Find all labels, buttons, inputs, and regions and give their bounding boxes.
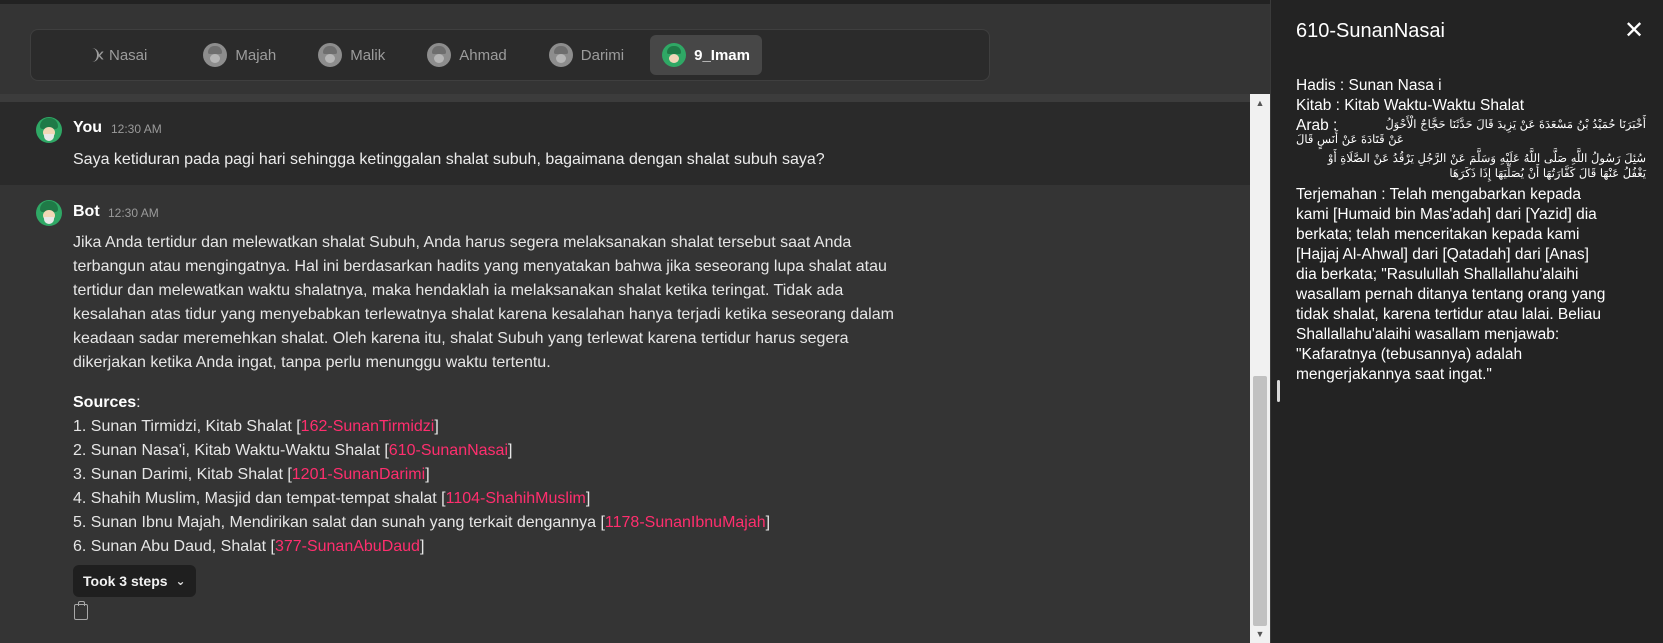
tab-label: Ahmad <box>459 46 507 64</box>
kitab-line: Kitab : Kitab Waktu-Waktu Shalat <box>1296 97 1525 114</box>
sources-title: Sources <box>73 394 137 411</box>
source-link[interactable]: 1201-SunanDarimi <box>292 466 425 483</box>
model-tab-bar: ‹ Nasai Majah Malik Ahmad Darimi 9_Imam <box>30 29 990 81</box>
tab-9-imam[interactable]: 9_Imam <box>650 35 762 75</box>
source-link[interactable]: 1104-ShahihMuslim <box>446 490 586 507</box>
arab-line: يَغْفُلُ عَنْهَا قَالَ كَفَّارَتُهَا أَن… <box>1449 166 1646 180</box>
terjemahan-line: [Hajjaj Al-Ahwal] dari [Qatadah] dari [A… <box>1296 246 1589 263</box>
source-link[interactable]: 1178-SunanIbnuMajah <box>605 514 766 531</box>
avatar-icon <box>427 43 452 67</box>
terjemahan-line: Shallallahu'alaihi wasallam menjawab: <box>1296 326 1560 343</box>
message-line: dikerjakan ketika Anda ingat, tanpa perl… <box>73 354 551 371</box>
chevron-down-icon: ⌄ <box>175 574 186 588</box>
message-author: You <box>73 119 103 136</box>
tab-label: Malik <box>350 46 386 64</box>
bot-message: Bot 12:30 AM Jika Anda tertidur dan mele… <box>0 185 1250 643</box>
source-text: 4. Shahih Muslim, Masjid dan tempat-temp… <box>73 490 446 507</box>
avatar-icon <box>548 43 573 67</box>
source-item: 1. Sunan Tirmidzi, Kitab Shalat [162-Sun… <box>73 415 973 439</box>
tab-label: Majah <box>235 46 277 64</box>
source-suffix: ] <box>419 538 425 555</box>
source-text: 3. Sunan Darimi, Kitab Shalat [ <box>73 466 292 483</box>
source-text: 1. Sunan Tirmidzi, Kitab Shalat [ <box>73 418 301 435</box>
source-item: 2. Sunan Nasa'i, Kitab Waktu-Waktu Shala… <box>73 439 973 463</box>
copy-icon[interactable] <box>74 601 88 620</box>
terjemahan-line: dia berkata; "Rasulullah Shallallahu'ala… <box>1296 266 1579 283</box>
scroll-up-arrow-icon[interactable]: ▲ <box>1250 94 1270 112</box>
steps-label: Took 3 steps <box>83 573 168 589</box>
source-item: 4. Shahih Muslim, Masjid dan tempat-temp… <box>73 487 973 511</box>
message-line: tertidur dan melewatkan waktu shalatnya,… <box>73 282 844 299</box>
source-text: 6. Sunan Abu Daud, Shalat [ <box>73 538 275 555</box>
user-avatar <box>36 117 62 143</box>
arab-line: عَنْ قَتَادَةَ عَنْ أَنَسٍ قَالَ <box>1296 132 1404 146</box>
source-suffix: ] <box>585 490 591 507</box>
source-suffix: ] <box>434 418 439 435</box>
terjemahan-line: "Kafaratnya (tebusannya) adalah <box>1296 346 1523 363</box>
source-link[interactable]: 162-SunanTirmidzi <box>301 418 435 435</box>
source-link[interactable]: 610-SunanNasai <box>389 442 508 459</box>
message-line: Jika Anda tertidur dan melewatkan shalat… <box>73 234 852 251</box>
sources-list: Sources: 1. Sunan Tirmidzi, Kitab Shalat… <box>73 391 973 559</box>
arab-line: أَخْبَرَنَا حُمَيْدُ بْنُ مَسْعَدَةَ عَن… <box>1385 117 1646 131</box>
hadith-detail-panel: 610-SunanNasai ✕ Hadis : Sunan Nasa i Ki… <box>1270 0 1663 643</box>
arab-line: سُئِلَ رَسُولُ اللَّهِ صَلَّى اللَّهُ عَ… <box>1327 151 1646 165</box>
panel-title: 610-SunanNasai <box>1296 20 1445 42</box>
message-text: Jika Anda tertidur dan melewatkan shalat… <box>73 231 953 375</box>
terjemahan-line: wasallam pernah ditanya tentang orang ya… <box>1296 286 1606 303</box>
terjemahan-line: berkata; telah menceritakan kepada kami <box>1296 226 1580 243</box>
terjemahan-line: tidak shalat, karena tertidur atau lalai… <box>1296 306 1602 323</box>
source-suffix: ] <box>425 466 430 483</box>
avatar-icon <box>203 43 228 67</box>
chevron-left-icon[interactable]: ‹ <box>89 43 113 67</box>
message-time: 12:30 AM <box>111 122 162 136</box>
steps-toggle-button[interactable]: Took 3 steps ⌄ <box>73 565 196 597</box>
terjemahan-line: Terjemahan : Telah mengabarkan kepada <box>1296 186 1581 203</box>
arab-block: Arab : أَخْبَرَنَا حُمَيْدُ بْنُ مَسْعَد… <box>1296 116 1646 181</box>
tab-ahmad[interactable]: Ahmad <box>415 35 519 75</box>
chat-main: ‹ Nasai Majah Malik Ahmad Darimi 9_Imam … <box>0 0 1270 643</box>
source-link[interactable]: 377-SunanAbuDaud <box>275 538 420 555</box>
bot-avatar <box>36 200 62 226</box>
hadith-content: Hadis : Sunan Nasa i Kitab : Kitab Waktu… <box>1296 76 1646 385</box>
arab-text: أَخْبَرَنَا حُمَيْدُ بْنُ مَسْعَدَةَ عَن… <box>1296 116 1646 181</box>
close-icon[interactable]: ✕ <box>1623 19 1645 43</box>
message-line: terbangun atau mengingatnya. Hal ini ber… <box>73 258 887 275</box>
source-suffix: ] <box>508 442 513 459</box>
tab-label: Nasai <box>109 46 148 64</box>
chat-header: ‹ Nasai Majah Malik Ahmad Darimi 9_Imam <box>0 4 1250 94</box>
user-message: You 12:30 AM Saya ketiduran pada pagi ha… <box>0 102 1250 185</box>
divider <box>0 94 1250 102</box>
terjemahan-line: mengerjakannya saat ingat." <box>1296 366 1492 383</box>
terjemahan-block: Terjemahan : Telah mengabarkan kepada ka… <box>1296 185 1646 385</box>
source-suffix: ] <box>765 514 771 531</box>
message-time: 12:30 AM <box>108 206 159 220</box>
scroll-thumb[interactable] <box>1253 376 1267 626</box>
sources-colon: : <box>136 394 141 411</box>
source-text: 2. Sunan Nasa'i, Kitab Waktu-Waktu Shala… <box>73 442 389 459</box>
tab-malik[interactable]: Malik <box>306 35 397 75</box>
panel-resize-handle[interactable] <box>1277 380 1280 402</box>
source-item: 5. Sunan Ibnu Majah, Mendirikan salat da… <box>73 511 973 535</box>
tab-label: 9_Imam <box>694 46 750 64</box>
tab-majah[interactable]: Majah <box>191 35 288 75</box>
message-author: Bot <box>73 203 100 220</box>
message-line: keadaan sadar meremehkan shalat. Oleh ka… <box>73 330 849 347</box>
chat-scrollbar[interactable]: ▲ ▼ <box>1250 94 1270 643</box>
tab-darimi[interactable]: Darimi <box>537 35 636 75</box>
tab-label: Darimi <box>580 46 625 64</box>
avatar-icon <box>662 43 687 67</box>
message-text: Saya ketiduran pada pagi hari sehingga k… <box>73 151 825 168</box>
message-line: kesalahan atas tidur yang menyebabkan te… <box>73 306 894 323</box>
avatar-icon <box>318 43 343 67</box>
source-item: 3. Sunan Darimi, Kitab Shalat [1201-Suna… <box>73 463 973 487</box>
source-text: 5. Sunan Ibnu Majah, Mendirikan salat da… <box>73 514 605 531</box>
hadis-line: Hadis : Sunan Nasa i <box>1296 77 1442 94</box>
arab-label: Arab : <box>1296 117 1338 134</box>
source-item: 6. Sunan Abu Daud, Shalat [377-SunanAbuD… <box>73 535 973 559</box>
terjemahan-line: kami [Humaid bin Mas'adah] dari [Yazid] … <box>1296 206 1597 223</box>
scroll-down-arrow-icon[interactable]: ▼ <box>1250 625 1270 643</box>
